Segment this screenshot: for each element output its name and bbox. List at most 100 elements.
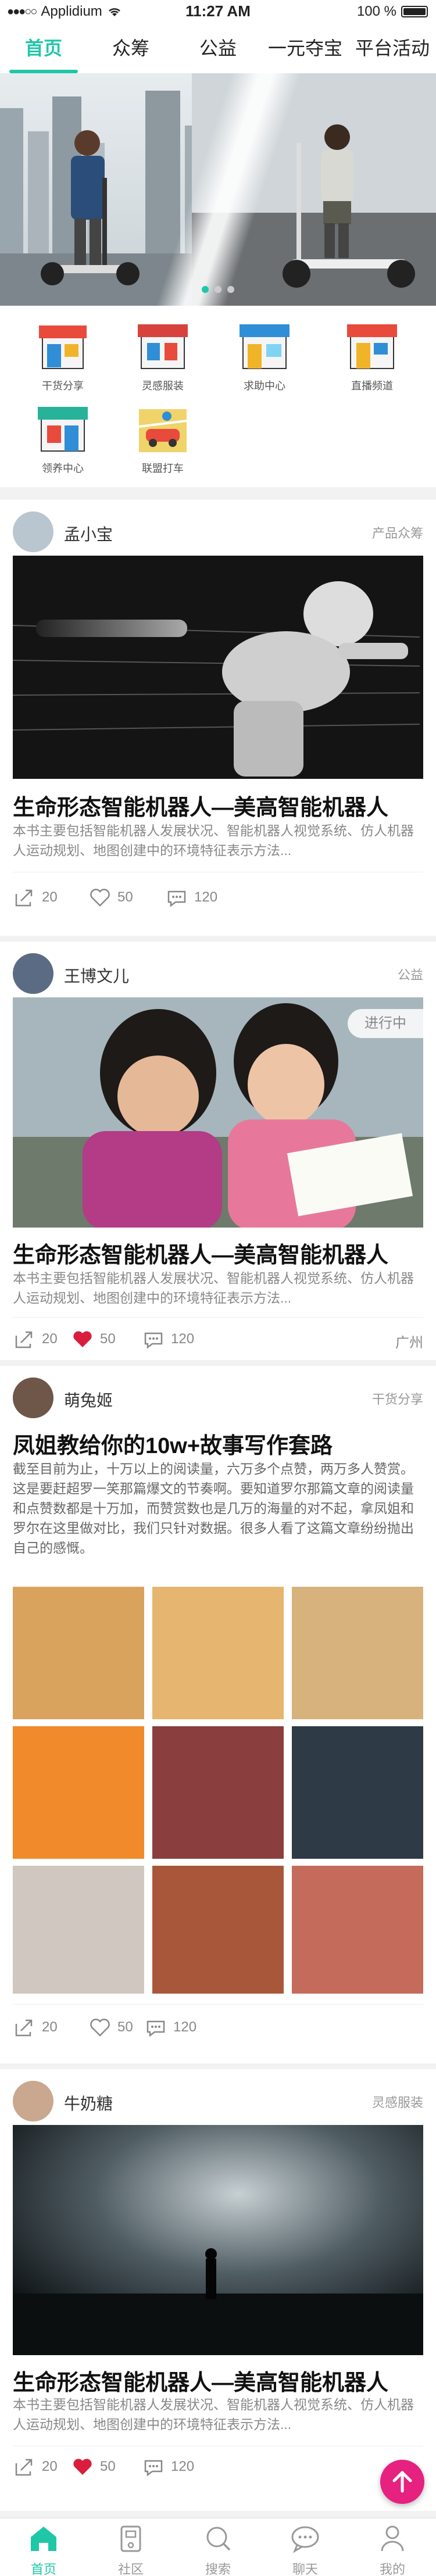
grid-image-strawberry-cream[interactable] [292, 1866, 423, 1994]
nav-home[interactable]: 首页 [0, 2518, 87, 2576]
card-image-dark-forest[interactable] [13, 2125, 423, 2355]
comment-icon [144, 2460, 163, 2477]
feed-card[interactable]: 萌兔姬 干货分享 凤姐教给你的10w+故事写作套路 截至目前为止，十万以上的阅读… [0, 1366, 436, 2063]
nav-label: 社区 [117, 2562, 144, 2576]
quick-item-live[interactable]: 直播频道 [326, 321, 419, 393]
grid-image-parfait[interactable] [152, 1726, 284, 1859]
banner-carousel[interactable] [0, 73, 436, 306]
tab-home[interactable]: 首页 [0, 23, 87, 73]
avatar[interactable] [13, 953, 53, 994]
share-icon [15, 1331, 33, 1348]
grid-image-orange-juice[interactable] [13, 1726, 144, 1859]
avatar[interactable] [13, 1378, 53, 1418]
live-channel-icon [340, 321, 404, 373]
like-count: 50 [117, 889, 133, 905]
share-count: 20 [42, 2019, 58, 2035]
card-title[interactable]: 凤姐教给你的10w+故事写作套路 [13, 1427, 423, 1459]
nav-label: 聊天 [292, 2562, 318, 2576]
quick-item-share[interactable]: 干货分享 [16, 321, 109, 393]
quick-item-label: 求助中心 [244, 380, 285, 392]
grid-image-gingerbread[interactable] [152, 1866, 284, 1994]
home-icon [31, 2527, 56, 2551]
comment-icon [144, 1332, 163, 1349]
quick-item-taxi[interactable]: 联盟打车 [116, 403, 209, 475]
username[interactable]: 萌兔姬 [64, 1388, 113, 1411]
like-button[interactable]: 50 [71, 1328, 116, 1351]
top-tabs: 首页 众筹 公益 一元夺宝 平台活动 [0, 23, 436, 73]
comment-button[interactable]: 120 [142, 2455, 194, 2478]
tab-one-yuan[interactable]: 一元夺宝 [262, 23, 349, 73]
card-description: 本书主要包括智能机器人发展状况、智能机器人视觉系统、仿人机器人运动规划、地图创建… [13, 2397, 414, 2432]
share-button[interactable]: 20 [13, 1328, 58, 1351]
comment-button[interactable]: 120 [144, 2016, 196, 2039]
tab-charity[interactable]: 公益 [174, 23, 262, 73]
nav-chat[interactable]: 聊天 [262, 2518, 349, 2576]
carousel-dot[interactable] [227, 286, 234, 293]
comment-count: 120 [171, 1331, 195, 1347]
quick-item-label: 直播频道 [351, 380, 393, 392]
username[interactable]: 牛奶糖 [64, 2091, 113, 2115]
comment-button[interactable]: 120 [142, 1328, 194, 1351]
card-description: 本书主要包括智能机器人发展状况、智能机器人视觉系统、仿人机器人运动规划、地图创建… [13, 823, 414, 858]
category-label: 产品众筹 [371, 526, 423, 541]
feed-card[interactable]: 牛奶糖 灵感服装 生命形态智能机器人—美高智能机器人 本书主要包括智能机器人发展… [0, 2069, 436, 2511]
like-button[interactable]: 50 [71, 2455, 116, 2478]
feed-card[interactable]: 孟小宝 产品众筹 生命形态智能机器人—美高智能机器人 本书主要包括智能机器人发展… [0, 500, 436, 936]
grid-image-berry-dessert[interactable] [292, 1726, 423, 1859]
username[interactable]: 孟小宝 [64, 522, 113, 545]
card-title[interactable]: 生命形态智能机器人—美高智能机器人 [13, 1237, 423, 1269]
quick-item-clothing[interactable]: 灵感服装 [116, 321, 209, 393]
grid-image-pancakes[interactable] [13, 1587, 144, 1719]
card-title[interactable]: 生命形态智能机器人—美高智能机器人 [13, 789, 423, 821]
card-description: 截至目前为止，十万以上的阅读量，六万多个点赞，两万多人赞赏。这是要赶超罗一笑那篇… [13, 1461, 414, 1555]
location-label: 广州 [395, 1335, 423, 1351]
battery-icon [401, 6, 428, 17]
card-description: 本书主要包括智能机器人发展状况、智能机器人视觉系统、仿人机器人运动规划、地图创建… [13, 1271, 414, 1305]
like-button[interactable]: 50 [88, 2016, 133, 2039]
tab-crowdfunding[interactable]: 众筹 [87, 23, 174, 73]
quick-item-label: 干货分享 [42, 380, 84, 392]
avatar[interactable] [13, 2081, 53, 2121]
card-image-children-reading[interactable]: 进行中 [13, 997, 423, 1228]
nav-community[interactable]: 社区 [87, 2518, 174, 2576]
comment-button[interactable]: 120 [165, 886, 217, 909]
quick-item-help[interactable]: 求助中心 [218, 321, 311, 393]
share-button[interactable]: 20 [13, 2455, 58, 2478]
nav-label: 我的 [379, 2562, 405, 2576]
divider [13, 2004, 423, 2005]
share-count: 20 [42, 2459, 58, 2474]
card-title[interactable]: 生命形态智能机器人—美高智能机器人 [13, 2364, 423, 2396]
status-bar: ●●●○○ Applidium 11:27 AM 100 % [0, 0, 436, 23]
share-button[interactable]: 20 [13, 2016, 58, 2039]
username[interactable]: 王博文儿 [64, 964, 129, 987]
nav-profile[interactable]: 我的 [349, 2518, 436, 2576]
shop-icon [31, 321, 95, 373]
profile-icon [381, 2525, 404, 2552]
heart-filled-icon [73, 1331, 92, 1347]
avatar[interactable] [13, 511, 53, 552]
share-count: 20 [42, 889, 58, 905]
comment-count: 120 [173, 2019, 197, 2035]
taxi-map-icon [131, 403, 195, 456]
nav-search[interactable]: 搜索 [174, 2518, 262, 2576]
like-count: 50 [117, 2019, 133, 2035]
feed-card[interactable]: 王博文儿 公益 进行中 生命形态智能机器人—美高智能机器人 本书主要包括智能机器… [0, 942, 436, 1360]
category-label: 公益 [397, 968, 423, 982]
card-image-robot[interactable] [13, 556, 423, 779]
tab-activities[interactable]: 平台活动 [349, 23, 436, 73]
grid-image-pancakes-berries[interactable] [152, 1587, 284, 1719]
carousel-dot[interactable] [215, 286, 221, 293]
search-icon [206, 2527, 231, 2551]
grid-image-chia-pudding[interactable] [13, 1866, 144, 1994]
card-actions: 20 50 120 [13, 886, 423, 909]
quick-item-adoption[interactable]: 领养中心 [16, 403, 109, 475]
like-button[interactable]: 50 [88, 886, 133, 909]
carousel-dot-active[interactable] [202, 286, 209, 293]
arrow-up-icon [392, 2471, 412, 2493]
share-button[interactable]: 20 [13, 886, 58, 909]
carousel-indicator [0, 286, 436, 293]
grid-image-cupcakes[interactable] [292, 1587, 423, 1719]
share-icon [15, 889, 33, 907]
quick-item-label: 联盟打车 [142, 463, 184, 474]
scroll-to-top-button[interactable] [380, 2460, 424, 2504]
